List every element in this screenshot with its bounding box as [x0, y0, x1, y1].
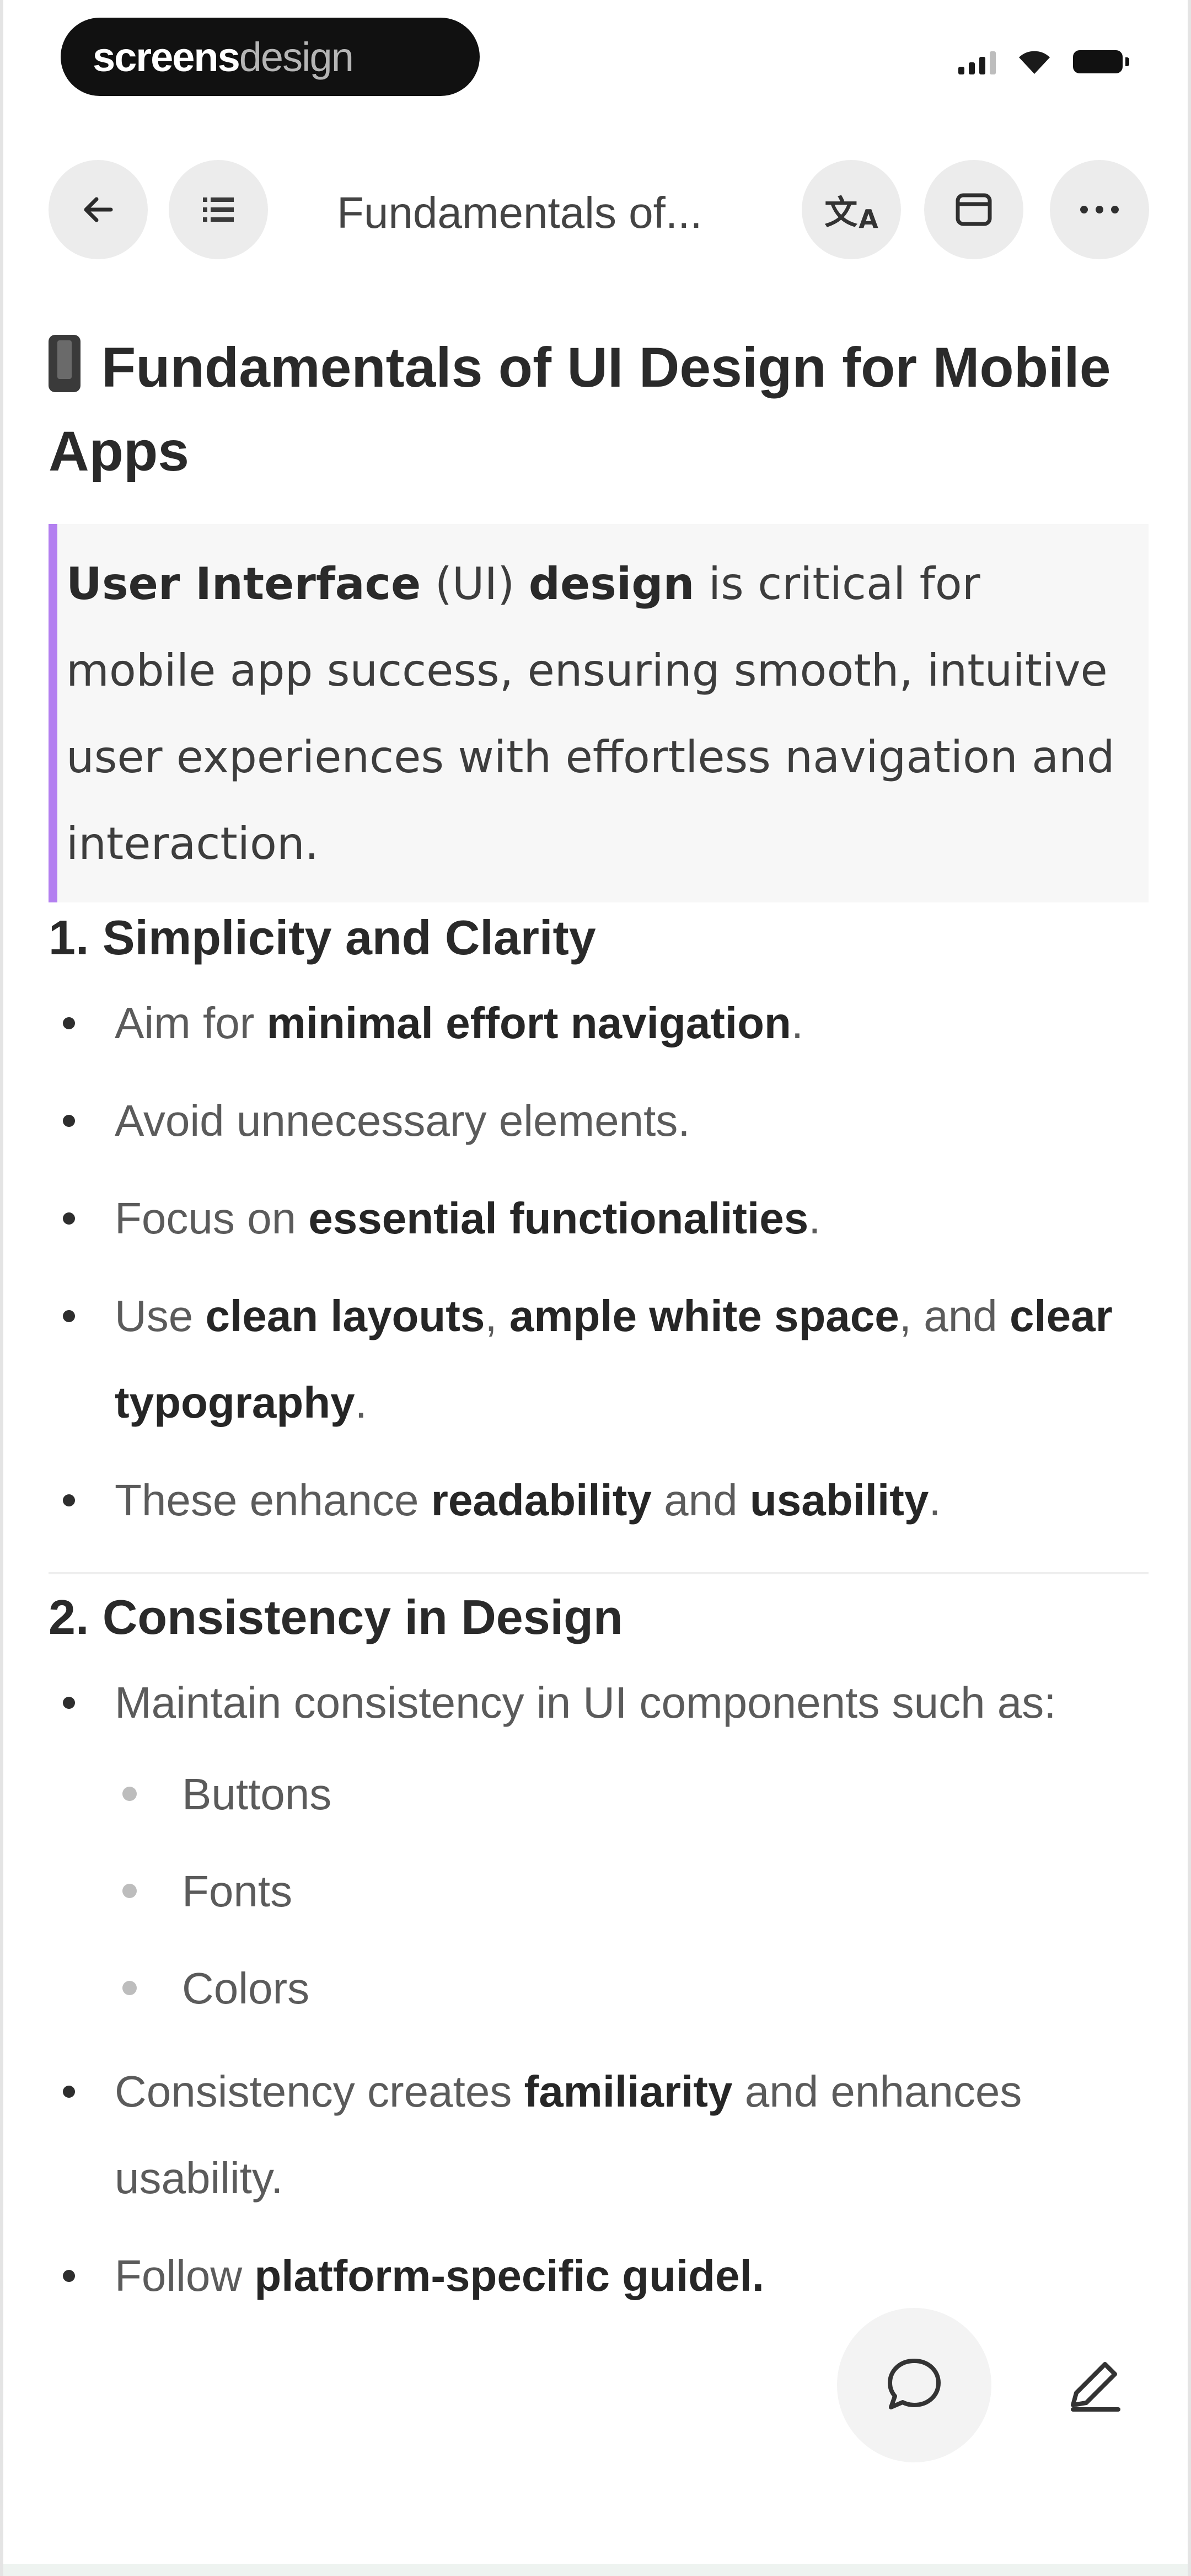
document-content: Fundamentals of UI Design for Mobile App… [49, 325, 1151, 2319]
brand-text-bold: screens [93, 34, 240, 80]
back-button[interactable] [49, 160, 148, 259]
translate-button[interactable]: 文A [802, 160, 901, 259]
list-item: Use clean layouts, ample white space, an… [49, 1273, 1151, 1446]
comment-button[interactable] [837, 2308, 991, 2462]
top-nav-bar: Fundamentals of... 文A [3, 154, 1188, 265]
list-item: Focus on essential functionalities. [49, 1175, 1151, 1262]
page-title: Fundamentals of UI Design for Mobile App… [49, 325, 1151, 493]
app-screen: screens design Fundamentals of... 文 A Fu… [0, 0, 1191, 2576]
brand-text-light: design [239, 34, 354, 80]
list-item: Aim for minimal effort navigation. [49, 980, 1151, 1066]
status-icons [958, 49, 1129, 75]
pencil-edit-icon [1071, 2362, 1120, 2412]
section-heading-consistency: 2. Consistency in Design [49, 1590, 623, 1644]
callout-term-design: design [528, 558, 695, 610]
consistency-list: Maintain consistency in UI components su… [49, 1659, 1151, 2319]
mobile-phone-icon [49, 335, 81, 392]
translate-icon: 文A [824, 193, 878, 234]
list-item: Avoid unnecessary elements. [49, 1077, 1151, 1164]
section-divider [49, 1572, 1149, 1574]
ui-components-list: Buttons Fonts Colors [115, 1746, 1151, 2037]
callout-text: (UI) [421, 558, 529, 610]
browser-window-icon [956, 193, 992, 226]
list-item: Maintain consistency in UI components su… [49, 1659, 1151, 2037]
edit-button[interactable] [1028, 2308, 1160, 2462]
callout-term-ui: User Interface [66, 558, 421, 610]
list-item: These enhance readability and usability. [49, 1457, 1151, 1543]
browser-button[interactable] [924, 160, 1023, 259]
status-bar: screens design [3, 0, 1188, 121]
sub-list-item: Buttons [115, 1746, 1151, 1843]
bottom-edge [3, 2564, 1188, 2576]
list-item: Follow platform-specific guidel. [49, 2232, 1151, 2319]
sub-list-item: Fonts [115, 1843, 1151, 1940]
page-title-text: Fundamentals of UI Design for Mobile App… [49, 336, 1111, 483]
section-heading-simplicity: 1. Simplicity and Clarity [49, 910, 596, 965]
comment-bubble-icon [888, 2359, 941, 2409]
cellular-signal-icon [958, 49, 996, 74]
more-icon [1080, 206, 1119, 213]
outline-button[interactable] [169, 160, 268, 259]
outline-list-icon [203, 197, 234, 222]
more-button[interactable] [1050, 160, 1149, 259]
sub-list-item: Colors [115, 1940, 1151, 2037]
nav-title: Fundamentals of... [337, 188, 702, 237]
list-item: Consistency creates familiarity and enha… [49, 2048, 1151, 2221]
wifi-icon [1019, 51, 1050, 74]
simplicity-list: Aim for minimal effort navigation. Avoid… [49, 980, 1151, 1543]
brand-badge: screens design [61, 18, 480, 96]
back-arrow-icon [84, 197, 113, 222]
intro-callout: User Interface (UI) design is critical f… [49, 524, 1149, 902]
battery-icon [1073, 50, 1129, 73]
